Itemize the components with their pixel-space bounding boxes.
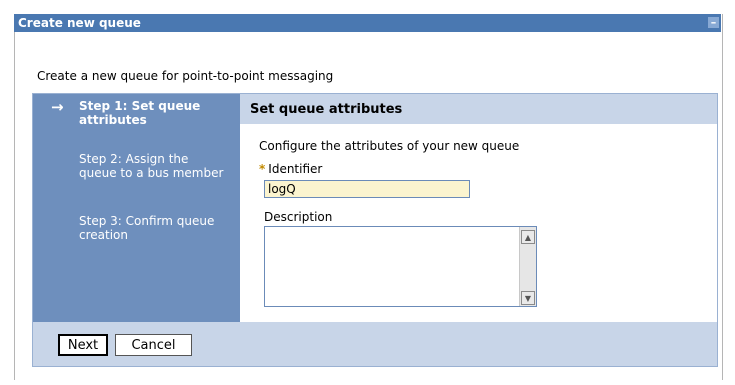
description-scrollbar[interactable]: ▲ ▼ [519,227,536,306]
scroll-down-icon[interactable]: ▼ [521,291,535,305]
wizard: → Step 1: Set queue attributes Step 2: A… [32,93,718,367]
wizard-footer: Next Cancel [33,322,717,366]
step-3-label: Step 3: Confirm queue creation [79,214,215,242]
intro-text: Create a new queue for point-to-point me… [37,69,334,83]
identifier-label: Identifier [268,162,323,176]
identifier-input[interactable]: logQ [264,180,470,198]
wizard-steps-sidebar: → Step 1: Set queue attributes Step 2: A… [33,94,240,322]
cancel-button[interactable]: Cancel [115,334,192,356]
current-step-arrow-icon: → [51,98,64,116]
step-1-label: Step 1: Set queue attributes [79,99,201,127]
scroll-up-icon[interactable]: ▲ [521,230,535,244]
identifier-label-row: * Identifier [259,162,322,176]
panel-title: Set queue attributes [250,102,403,117]
minimize-icon[interactable]: – [708,17,719,28]
window-titlebar: Create new queue – [14,14,721,32]
required-marker: * [259,162,266,176]
panel-instructions: Configure the attributes of your new que… [259,139,520,153]
panel-header: Set queue attributes [240,94,717,124]
next-button[interactable]: Next [58,334,108,356]
window-title: Create new queue [18,16,141,30]
description-textarea[interactable]: ▲ ▼ [264,226,537,307]
step-content: Set queue attributes Configure the attri… [240,94,717,322]
description-label: Description [264,210,333,224]
step-2-label: Step 2: Assign the queue to a bus member [79,152,224,180]
